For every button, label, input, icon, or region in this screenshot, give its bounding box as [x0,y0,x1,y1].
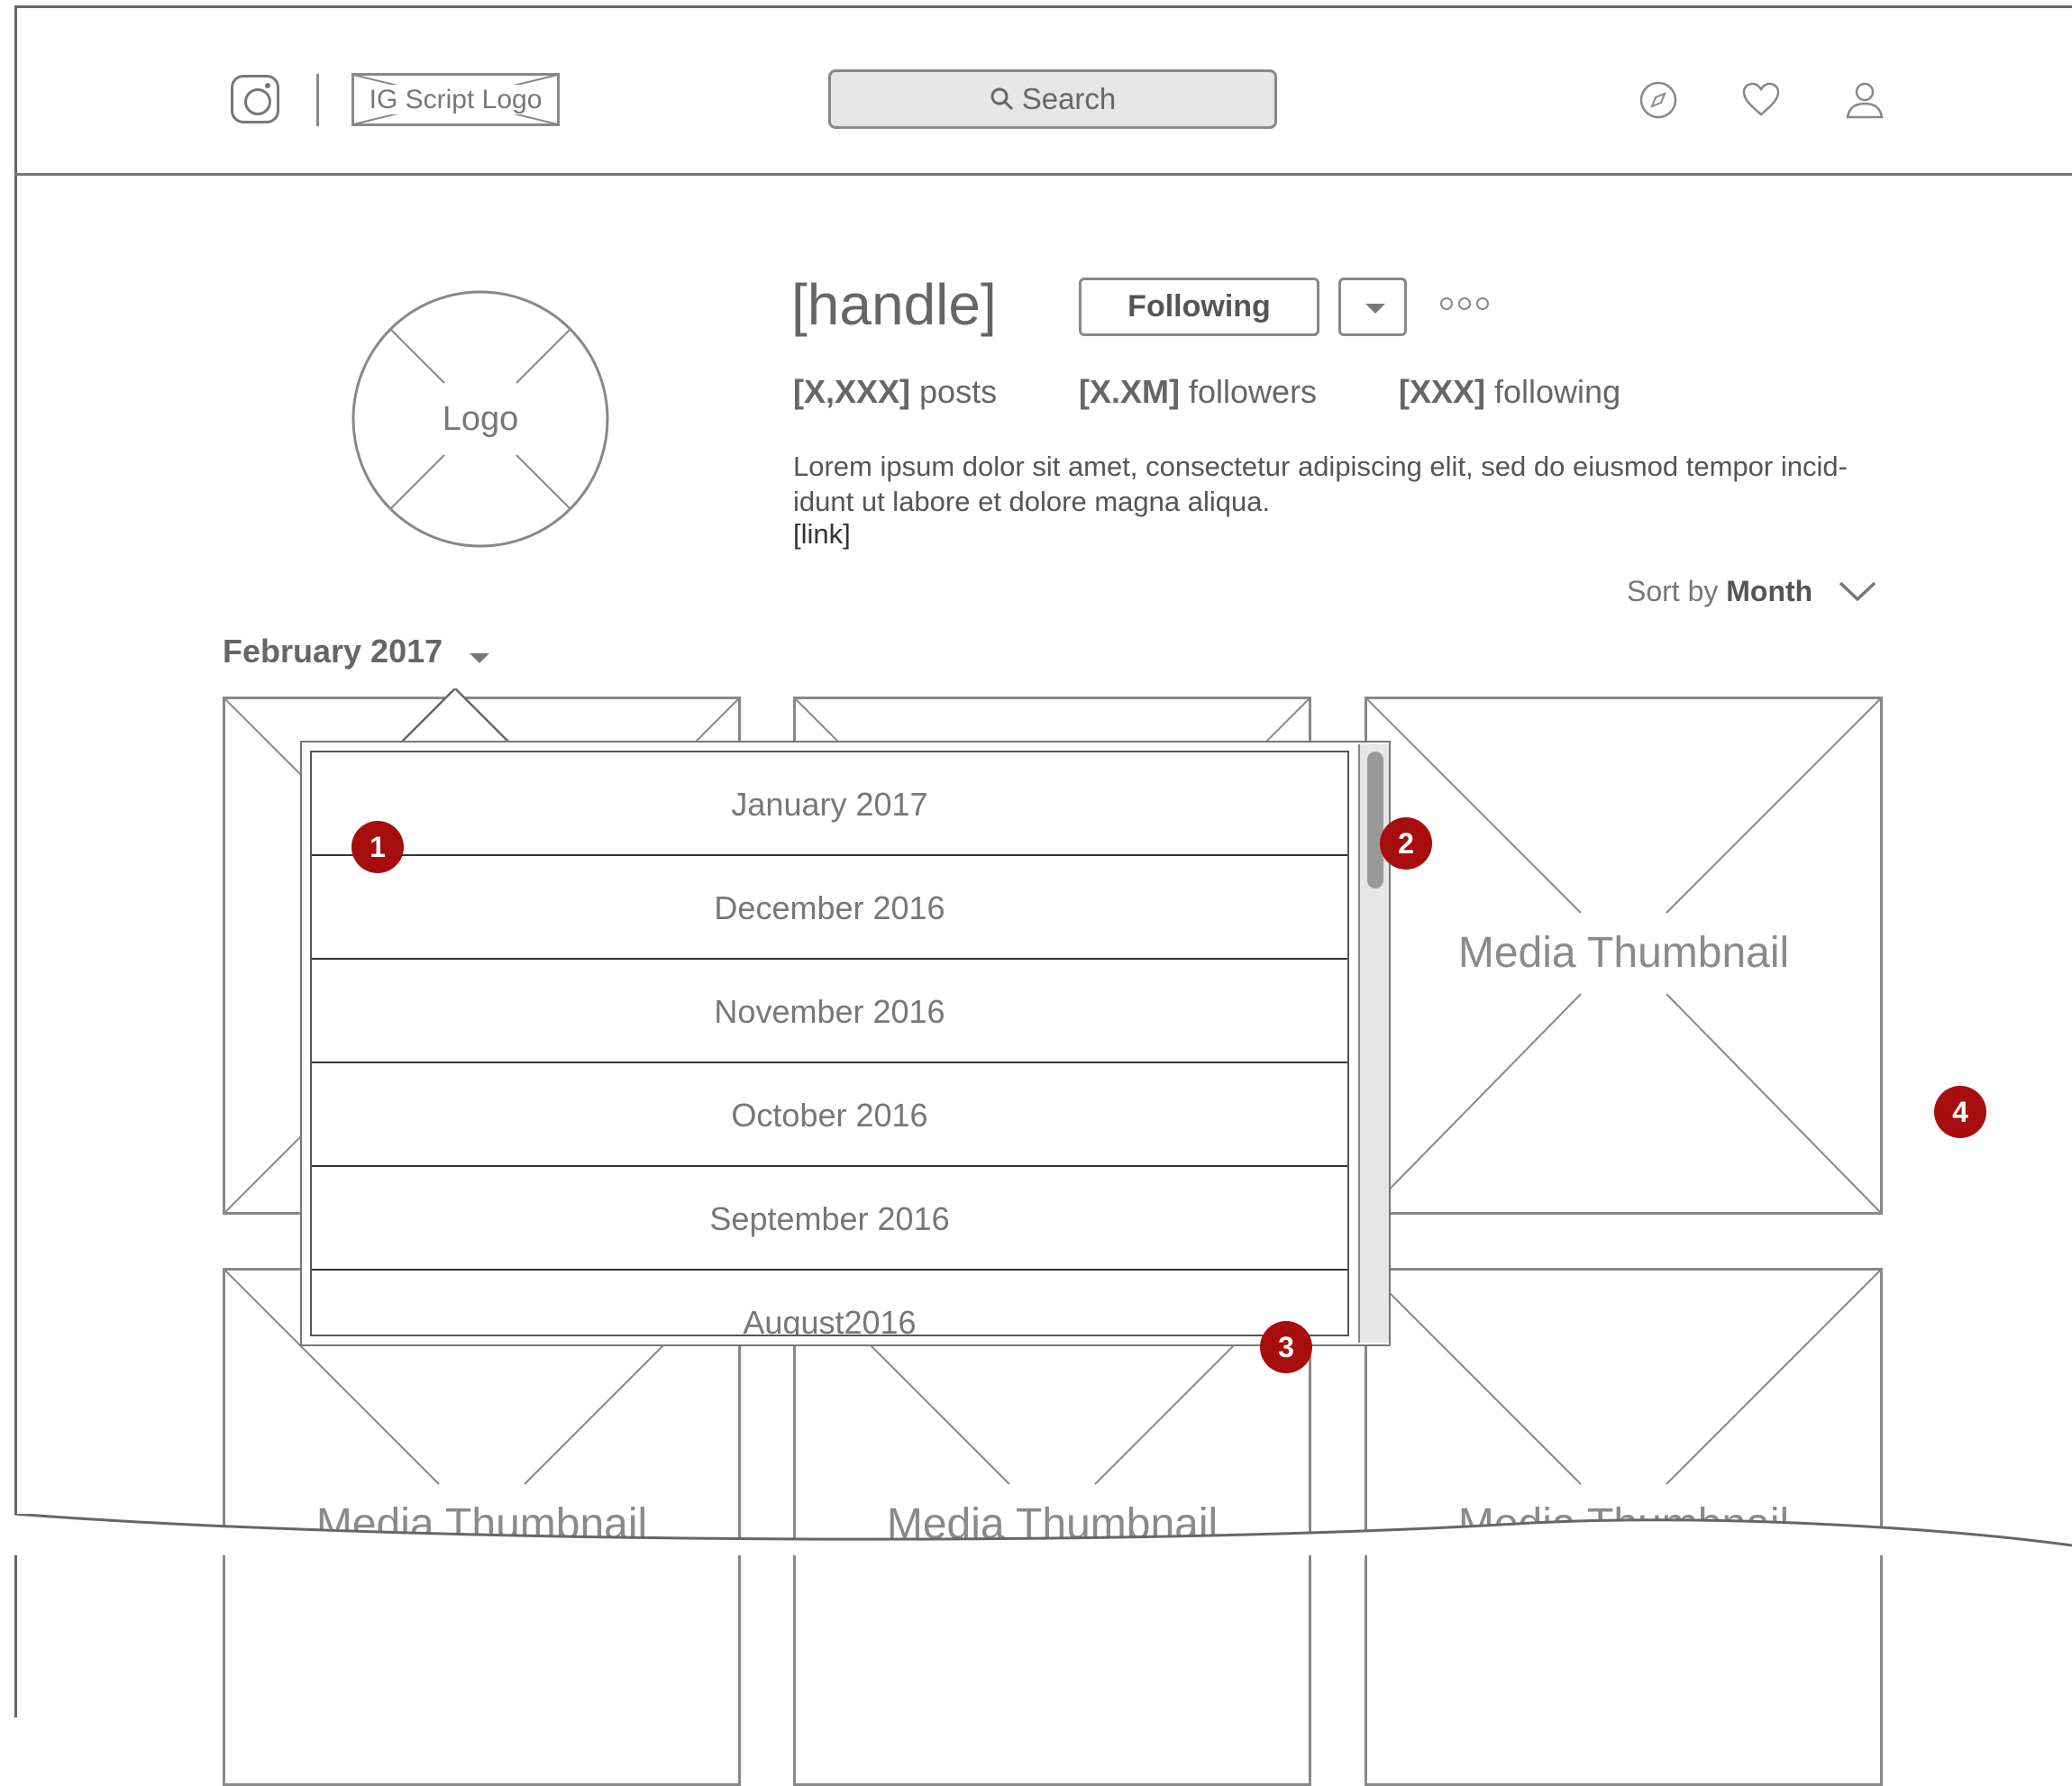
following-label: following [1485,373,1621,410]
following-count[interactable]: [XXX] following [1399,373,1620,411]
following-button[interactable]: Following [1079,278,1319,336]
chevron-down-icon[interactable] [1837,578,1878,605]
month-option[interactable]: September 2016 [312,1167,1347,1271]
page-cutoff-edge [0,1514,2072,1555]
avatar-label: Logo [442,400,519,438]
logo-divider [316,74,319,126]
month-option[interactable]: December 2016 [312,856,1347,960]
month-options-list[interactable]: January 2017 December 2016 November 2016… [310,751,1349,1336]
script-logo[interactable]: IG Script Logo [351,73,560,126]
annotation-marker-4: 4 [1934,1086,1986,1138]
more-options-icon[interactable] [1440,297,1489,310]
dropdown-pointer [401,688,509,743]
sort-by-value: Month [1726,575,1813,607]
script-logo-label: IG Script Logo [365,85,546,114]
media-thumbnail-caption: Media Thumbnail [1457,929,1790,977]
month-option[interactable]: November 2016 [312,960,1347,1063]
avatar: Logo [351,290,609,548]
followers-count[interactable]: [X.XM] followers [1079,373,1317,411]
profile-bio: Lorem ipsum dolor sit amet, consectetur … [793,451,1848,517]
search-input[interactable]: Search [828,69,1277,129]
follow-options-button[interactable] [1338,278,1407,336]
month-option[interactable]: October 2016 [312,1063,1347,1167]
header-divider [14,173,2072,176]
annotation-marker-1: 1 [351,821,404,873]
followers-label: followers [1180,373,1318,410]
month-selector[interactable]: February 2017 [223,633,443,670]
posts-count: [X,XXX] posts [793,373,997,411]
heart-icon[interactable] [1740,79,1782,121]
annotation-marker-2: 2 [1380,817,1432,870]
month-selector-caret-icon[interactable] [470,653,489,663]
compass-icon[interactable] [1638,79,1679,121]
month-dropdown[interactable]: January 2017 December 2016 November 2016… [300,741,1391,1346]
annotation-marker-3: 3 [1260,1321,1312,1373]
month-option[interactable]: August2016 [312,1271,1347,1335]
search-icon [990,87,1013,111]
sort-by-prefix: Sort by [1627,575,1727,607]
posts-label: posts [910,373,998,410]
month-option[interactable]: January 2017 [312,752,1347,856]
profile-handle: [handle] [791,272,997,337]
posts-value: [X,XXX] [793,373,911,410]
followers-value: [X.XM] [1079,373,1180,410]
following-value: [XXX] [1399,373,1486,410]
media-thumbnail[interactable]: Media Thumbnail [1365,697,1883,1215]
sort-by-control[interactable]: Sort by Month [1627,575,1812,608]
scrollbar-thumb[interactable] [1367,752,1383,888]
user-icon[interactable] [1844,79,1885,121]
search-placeholder: Search [1021,82,1117,115]
profile-link[interactable]: [link] [793,518,851,551]
instagram-icon[interactable] [231,75,279,123]
